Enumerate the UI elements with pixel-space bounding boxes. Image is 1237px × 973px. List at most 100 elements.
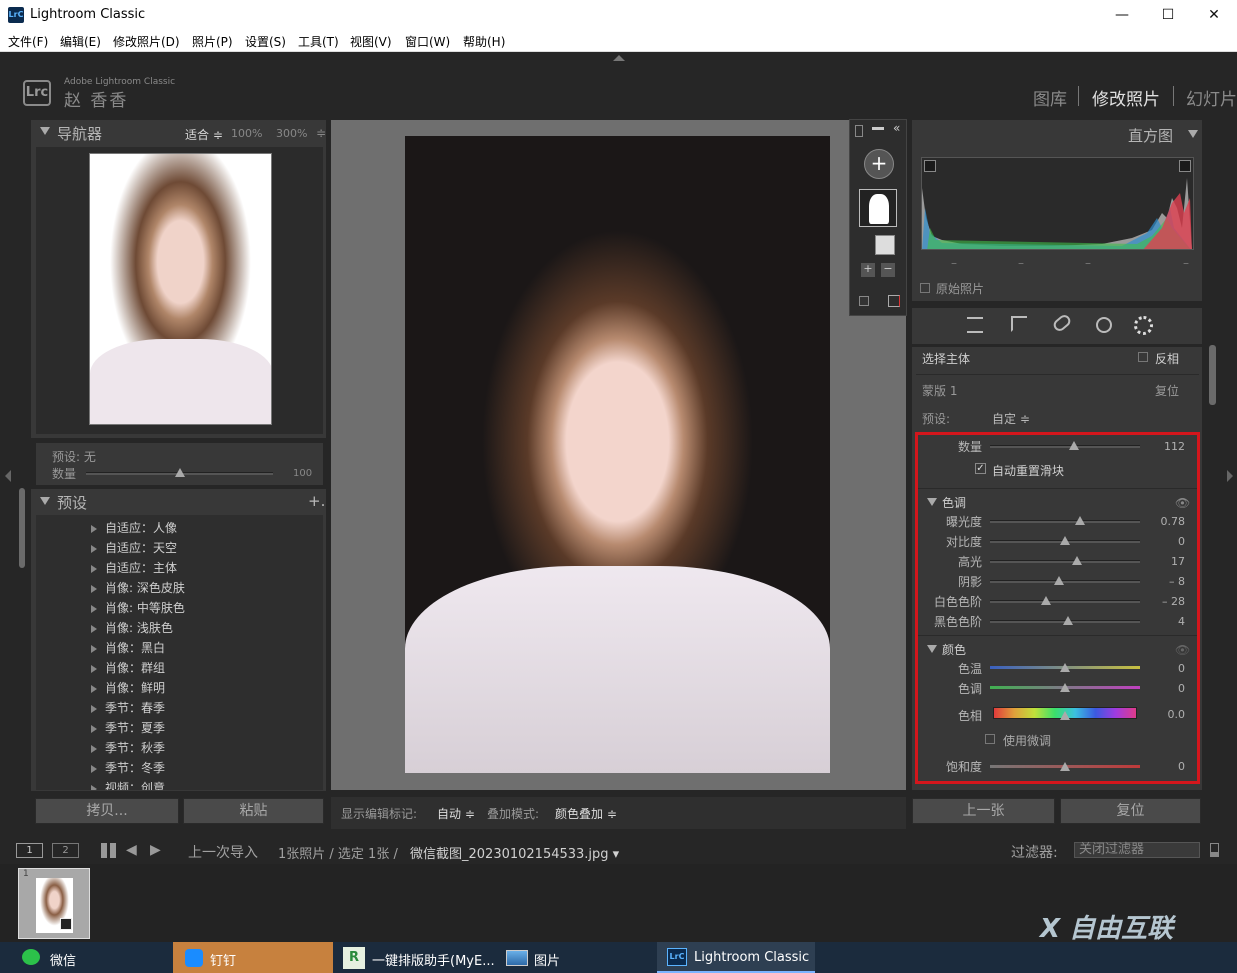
mask-reset-button[interactable]: 复位	[1155, 382, 1179, 399]
healing-icon[interactable]	[1051, 312, 1073, 334]
histogram[interactable]	[921, 157, 1194, 250]
masking-icon[interactable]	[1134, 316, 1153, 335]
whites-slider[interactable]	[990, 600, 1140, 603]
menu-settings[interactable]: 设置(S)	[245, 33, 286, 50]
left-scrollbar[interactable]	[19, 488, 25, 568]
list-item[interactable]: 自适应：天空	[91, 539, 177, 556]
red-eye-icon[interactable]	[1096, 317, 1112, 333]
highlight-clipping-icon[interactable]	[1179, 160, 1191, 172]
eye-icon[interactable]: 👁	[1175, 643, 1190, 657]
reset-button[interactable]: 复位	[1060, 798, 1201, 824]
mask-amount-thumb[interactable]	[1069, 441, 1079, 450]
shadows-slider[interactable]	[990, 580, 1140, 583]
back-arrow-icon[interactable]: ◀	[126, 842, 137, 858]
show-overlay-checkbox[interactable]	[859, 296, 869, 306]
collapse-icon[interactable]	[40, 497, 50, 505]
filter-select[interactable]: 关闭过滤器	[1074, 842, 1200, 858]
crop-icon[interactable]	[1011, 316, 1027, 332]
grid-view-icon[interactable]	[101, 843, 116, 858]
list-item[interactable]: 季节：秋季	[91, 739, 165, 756]
zoom-fit[interactable]: 适合 ≑	[185, 126, 223, 143]
filter-lock-icon[interactable]	[1210, 843, 1219, 857]
temperature-thumb[interactable]	[1060, 663, 1070, 672]
main-photo[interactable]	[405, 136, 830, 773]
collapse-icon[interactable]	[40, 127, 50, 135]
exposure-thumb[interactable]	[1075, 516, 1085, 525]
minimize-panel-icon[interactable]	[872, 127, 884, 130]
module-library[interactable]: 图库	[1033, 85, 1067, 110]
highlights-slider[interactable]	[990, 560, 1140, 563]
taskbar-item-lightroom[interactable]: LrC Lightroom Classic	[657, 942, 815, 973]
right-scrollbar[interactable]	[1209, 345, 1216, 405]
add-preset-icon[interactable]: +.	[308, 492, 325, 510]
left-panel-toggle-icon[interactable]	[5, 470, 11, 482]
list-item[interactable]: 自适应：人像	[91, 519, 177, 536]
preset-amount-thumb[interactable]	[174, 468, 185, 477]
auto-reset-checkbox[interactable]: ✓	[975, 463, 986, 474]
list-item[interactable]: 肖像：鲜明	[91, 679, 165, 696]
list-item[interactable]: 季节：冬季	[91, 759, 165, 776]
collapse-icon[interactable]	[927, 498, 937, 506]
module-slideshow[interactable]: 幻灯片	[1186, 85, 1237, 110]
panel-toggle-icon[interactable]	[855, 125, 863, 137]
shadow-clipping-icon[interactable]	[924, 160, 936, 172]
subject-icon[interactable]	[875, 235, 895, 255]
edit-sliders-icon[interactable]	[967, 317, 983, 333]
list-item[interactable]: 肖像: 浅肤色	[91, 619, 173, 636]
taskbar-item-dingtalk[interactable]: 钉钉	[173, 942, 333, 973]
previous-button[interactable]: 上一张	[912, 798, 1055, 824]
zoom-more-icon[interactable]: ≑	[316, 126, 326, 140]
mask-amount-slider[interactable]	[990, 445, 1140, 448]
list-item[interactable]: 自适应：主体	[91, 559, 177, 576]
zoom-100[interactable]: 100%	[231, 127, 262, 140]
source-label[interactable]: 上一次导入	[188, 842, 258, 862]
original-photo-checkbox[interactable]	[920, 283, 930, 293]
module-develop[interactable]: 修改照片	[1092, 85, 1160, 110]
forward-arrow-icon[interactable]: ▶	[150, 842, 161, 858]
copy-button[interactable]: 拷贝...	[35, 798, 179, 824]
exposure-slider[interactable]	[990, 520, 1140, 523]
menu-file[interactable]: 文件(F)	[8, 33, 48, 50]
list-item[interactable]: 肖像：黑白	[91, 639, 165, 656]
shadows-thumb[interactable]	[1054, 576, 1064, 585]
list-item[interactable]: 季节：夏季	[91, 719, 165, 736]
invert-checkbox[interactable]	[1138, 352, 1148, 362]
navigator-thumbnail[interactable]	[89, 153, 272, 425]
saturation-thumb[interactable]	[1060, 762, 1070, 771]
collapse-icon[interactable]	[927, 645, 937, 653]
menu-help[interactable]: 帮助(H)	[463, 33, 505, 50]
mask-thumbnail[interactable]	[859, 189, 897, 227]
menu-window[interactable]: 窗口(W)	[405, 33, 450, 50]
overlay-icon[interactable]	[888, 295, 900, 307]
list-item[interactable]: 肖像: 深色皮肤	[91, 579, 185, 596]
menu-develop[interactable]: 修改照片(D)	[113, 33, 180, 50]
highlights-thumb[interactable]	[1072, 556, 1082, 565]
add-mask-icon[interactable]: +	[864, 149, 894, 179]
taskbar-item-typeset[interactable]: R 一键排版助手(MyE...	[343, 946, 498, 970]
menu-tools[interactable]: 工具(T)	[298, 33, 339, 50]
filename[interactable]: 微信截图_20230102154533.jpg ▾	[410, 843, 619, 862]
menu-view[interactable]: 视图(V)	[350, 33, 392, 50]
primary-window-button[interactable]: 1	[16, 843, 43, 858]
blacks-thumb[interactable]	[1063, 616, 1073, 625]
list-item[interactable]: 肖像: 中等肤色	[91, 599, 185, 616]
taskbar-item-photos[interactable]: 图片	[506, 946, 646, 970]
eye-icon[interactable]: 👁	[1175, 496, 1190, 510]
collapse-panel-icon[interactable]: «	[893, 121, 900, 135]
collapse-icon[interactable]	[1188, 130, 1198, 138]
close-button[interactable]: ✕	[1191, 0, 1237, 30]
whites-thumb[interactable]	[1040, 596, 1051, 605]
menu-edit[interactable]: 编辑(E)	[60, 33, 101, 50]
list-item[interactable]: 视频：创意	[91, 779, 165, 790]
zoom-300[interactable]: 300%	[276, 127, 307, 140]
minimize-button[interactable]: —	[1099, 0, 1145, 30]
edit-pins-select[interactable]: 自动 ≑	[437, 805, 475, 822]
fine-adjust-checkbox[interactable]	[985, 734, 995, 744]
mask-preset-select[interactable]: 自定 ≑	[992, 410, 1030, 427]
list-item[interactable]: 季节：春季	[91, 699, 165, 716]
maximize-button[interactable]: ☐	[1145, 0, 1191, 30]
filmstrip-thumbnail[interactable]: 1	[18, 868, 90, 939]
hue-thumb[interactable]	[1060, 711, 1070, 720]
top-panel-toggle-icon[interactable]	[613, 55, 625, 61]
contrast-thumb[interactable]	[1060, 536, 1070, 545]
